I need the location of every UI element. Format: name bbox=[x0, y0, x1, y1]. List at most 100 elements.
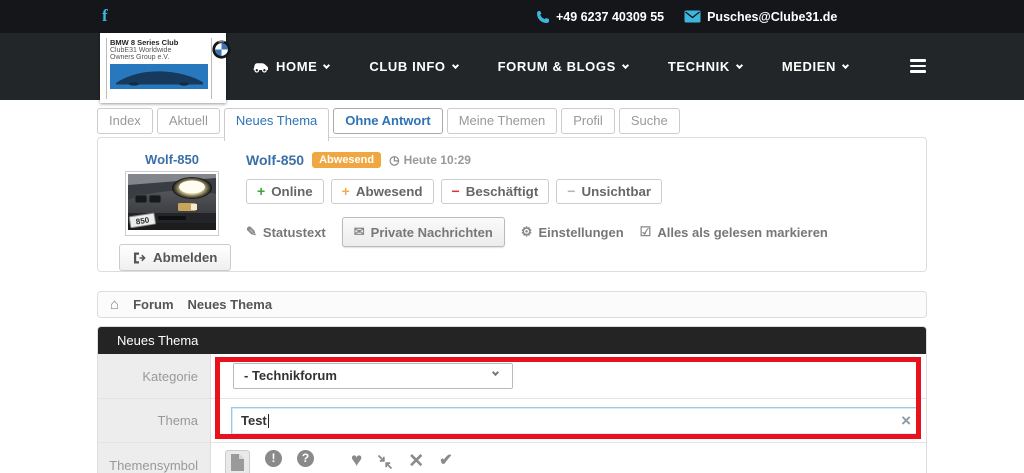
topic-row: Thema Test × bbox=[98, 398, 926, 442]
nav-item-medien[interactable]: MEDIEN bbox=[782, 59, 848, 74]
status-badge: Abwesend bbox=[312, 152, 381, 168]
breadcrumb: ⌂ Forum Neues Thema bbox=[97, 291, 927, 318]
nav-item-label: FORUM & BLOGS bbox=[498, 59, 616, 74]
status-label: Online bbox=[271, 184, 312, 199]
logo-line2: ClubE31 Worldwide bbox=[110, 47, 208, 54]
logo-car-silhouette-image bbox=[110, 64, 208, 89]
status-label: Unsichtbar bbox=[581, 184, 651, 199]
tab-suche[interactable]: Suche bbox=[619, 108, 680, 134]
phone-link[interactable]: +49 6237 40309 55 bbox=[536, 10, 664, 24]
settings-link[interactable]: ⚙ Einstellungen bbox=[521, 224, 624, 240]
mark-all-read-label: Alles als gelesen markieren bbox=[657, 225, 828, 240]
topic-title-value: Test bbox=[241, 413, 267, 428]
tab-meine-themen[interactable]: Meine Themen bbox=[447, 108, 557, 134]
topic-icon-document[interactable] bbox=[225, 450, 250, 473]
club-logo[interactable]: BMW 8 Series Club ClubE31 Worldwide Owne… bbox=[100, 33, 226, 103]
nav-item-home[interactable]: HOME bbox=[252, 59, 329, 74]
chevron-down-icon bbox=[492, 369, 499, 376]
topic-icon-heart[interactable]: ♥ bbox=[351, 450, 362, 472]
nav-item-label: CLUB INFO bbox=[369, 59, 445, 74]
minus-icon: − bbox=[567, 183, 575, 199]
tab-neues-thema[interactable]: Neues Thema bbox=[224, 108, 329, 141]
category-selected-value: - Technikforum bbox=[244, 368, 337, 383]
topic-label: Thema bbox=[98, 398, 211, 442]
user-panel-right: Wolf-850 Abwesend ◷ Heute 10:29 + Online… bbox=[246, 138, 926, 271]
phone-icon bbox=[536, 10, 550, 24]
clear-input-icon[interactable]: × bbox=[901, 412, 911, 429]
logout-icon bbox=[133, 252, 146, 264]
category-row: Kategorie - Technikforum bbox=[98, 354, 926, 398]
pencil-icon: ✎ bbox=[246, 224, 257, 240]
breadcrumb-neues-thema: Neues Thema bbox=[188, 297, 273, 312]
last-seen: ◷ Heute 10:29 bbox=[389, 153, 471, 167]
main-navbar: BMW 8 Series Club ClubE31 Worldwide Owne… bbox=[0, 33, 1024, 100]
topic-icon-label: Themensymbol bbox=[98, 442, 211, 473]
svg-text:BMW: BMW bbox=[219, 40, 226, 43]
topic-icon-check[interactable]: ✔ bbox=[439, 450, 452, 470]
envelope-icon: ✉ bbox=[354, 224, 365, 240]
status-invisible-button[interactable]: − Unsichtbar bbox=[556, 179, 662, 204]
tab-profil[interactable]: Profil bbox=[561, 108, 615, 134]
status-busy-button[interactable]: − Beschäftigt bbox=[441, 179, 550, 204]
category-select[interactable]: - Technikforum bbox=[233, 363, 513, 389]
status-buttons: + Online + Abwesend − Beschäftigt − Unsi… bbox=[246, 179, 926, 204]
username-heading[interactable]: Wolf-850 bbox=[246, 152, 304, 168]
minus-icon: − bbox=[452, 183, 460, 199]
facebook-icon[interactable]: f bbox=[102, 6, 108, 26]
gear-icon: ⚙ bbox=[521, 224, 533, 240]
user-panel-left: Wolf-850 bbox=[98, 138, 246, 271]
nav-item-technik[interactable]: TECHNIK bbox=[668, 59, 742, 74]
contact-info: +49 6237 40309 55 Pusches@Clube31.de bbox=[536, 0, 837, 33]
nav-item-forum-blogs[interactable]: FORUM & BLOGS bbox=[498, 59, 628, 74]
nav-menu: HOME CLUB INFO FORUM & BLOGS TECHNIK MED… bbox=[252, 33, 848, 100]
settings-label: Einstellungen bbox=[538, 225, 623, 240]
statustext-link[interactable]: ✎ Statustext bbox=[246, 224, 326, 240]
private-messages-button[interactable]: ✉ Private Nachrichten bbox=[342, 217, 505, 247]
top-strip: f +49 6237 40309 55 Pusches@Clube31.de bbox=[0, 0, 1024, 33]
logo-line1: BMW 8 Series Club bbox=[110, 38, 208, 47]
check-square-icon: ☑ bbox=[640, 224, 652, 240]
topic-icon-times[interactable]: ✕ bbox=[408, 450, 424, 473]
avatar[interactable]: 850 bbox=[125, 171, 219, 236]
tab-ohne-antwort[interactable]: Ohne Antwort bbox=[333, 108, 442, 134]
chevron-down-icon bbox=[323, 61, 330, 68]
topic-icon-row: Themensymbol ! ? ♥ bbox=[98, 442, 926, 473]
breadcrumb-forum[interactable]: Forum bbox=[133, 297, 173, 312]
statustext-label: Statustext bbox=[263, 225, 326, 240]
hamburger-menu-icon[interactable] bbox=[910, 59, 926, 76]
chevron-down-icon bbox=[452, 61, 459, 68]
logo-text-block: BMW 8 Series Club ClubE31 Worldwide Owne… bbox=[106, 38, 212, 99]
forum-tabs: Index Aktuell Neues Thema Ohne Antwort M… bbox=[97, 108, 927, 134]
topic-icon-compress[interactable] bbox=[377, 454, 393, 473]
chevron-down-icon bbox=[622, 61, 629, 68]
status-label: Abwesend bbox=[356, 184, 423, 199]
bmw-roundel-icon: BMW bbox=[212, 38, 231, 99]
envelope-icon bbox=[684, 10, 701, 23]
category-label: Kategorie bbox=[98, 354, 211, 398]
phone-number: +49 6237 40309 55 bbox=[556, 10, 664, 24]
tab-index[interactable]: Index bbox=[97, 108, 153, 134]
nav-item-label: TECHNIK bbox=[668, 59, 730, 74]
last-seen-time: Heute 10:29 bbox=[404, 153, 471, 167]
plus-icon: + bbox=[342, 183, 350, 199]
username-link[interactable]: Wolf-850 bbox=[145, 152, 199, 167]
tab-aktuell[interactable]: Aktuell bbox=[157, 108, 220, 134]
status-away-button[interactable]: + Abwesend bbox=[331, 179, 434, 204]
logout-button[interactable]: Abmelden bbox=[119, 244, 231, 271]
topic-icon-question[interactable]: ? bbox=[297, 450, 314, 467]
topic-title-input[interactable]: Test × bbox=[231, 407, 921, 435]
nav-item-label: HOME bbox=[276, 59, 317, 74]
text-caret bbox=[268, 414, 269, 428]
document-icon bbox=[230, 453, 245, 472]
user-actions: ✎ Statustext ✉ Private Nachrichten ⚙ Ein… bbox=[246, 217, 926, 247]
topic-icon-exclamation[interactable]: ! bbox=[265, 450, 282, 467]
status-online-button[interactable]: + Online bbox=[246, 179, 324, 204]
chevron-down-icon bbox=[736, 61, 743, 68]
private-messages-label: Private Nachrichten bbox=[371, 225, 493, 240]
email-link[interactable]: Pusches@Clube31.de bbox=[684, 10, 837, 24]
logo-line3: Owners Group e.V. bbox=[110, 54, 208, 61]
nav-item-club-info[interactable]: CLUB INFO bbox=[369, 59, 457, 74]
plus-icon: + bbox=[257, 183, 265, 199]
mark-all-read-link[interactable]: ☑ Alles als gelesen markieren bbox=[640, 224, 828, 240]
form-title: Neues Thema bbox=[98, 327, 926, 354]
